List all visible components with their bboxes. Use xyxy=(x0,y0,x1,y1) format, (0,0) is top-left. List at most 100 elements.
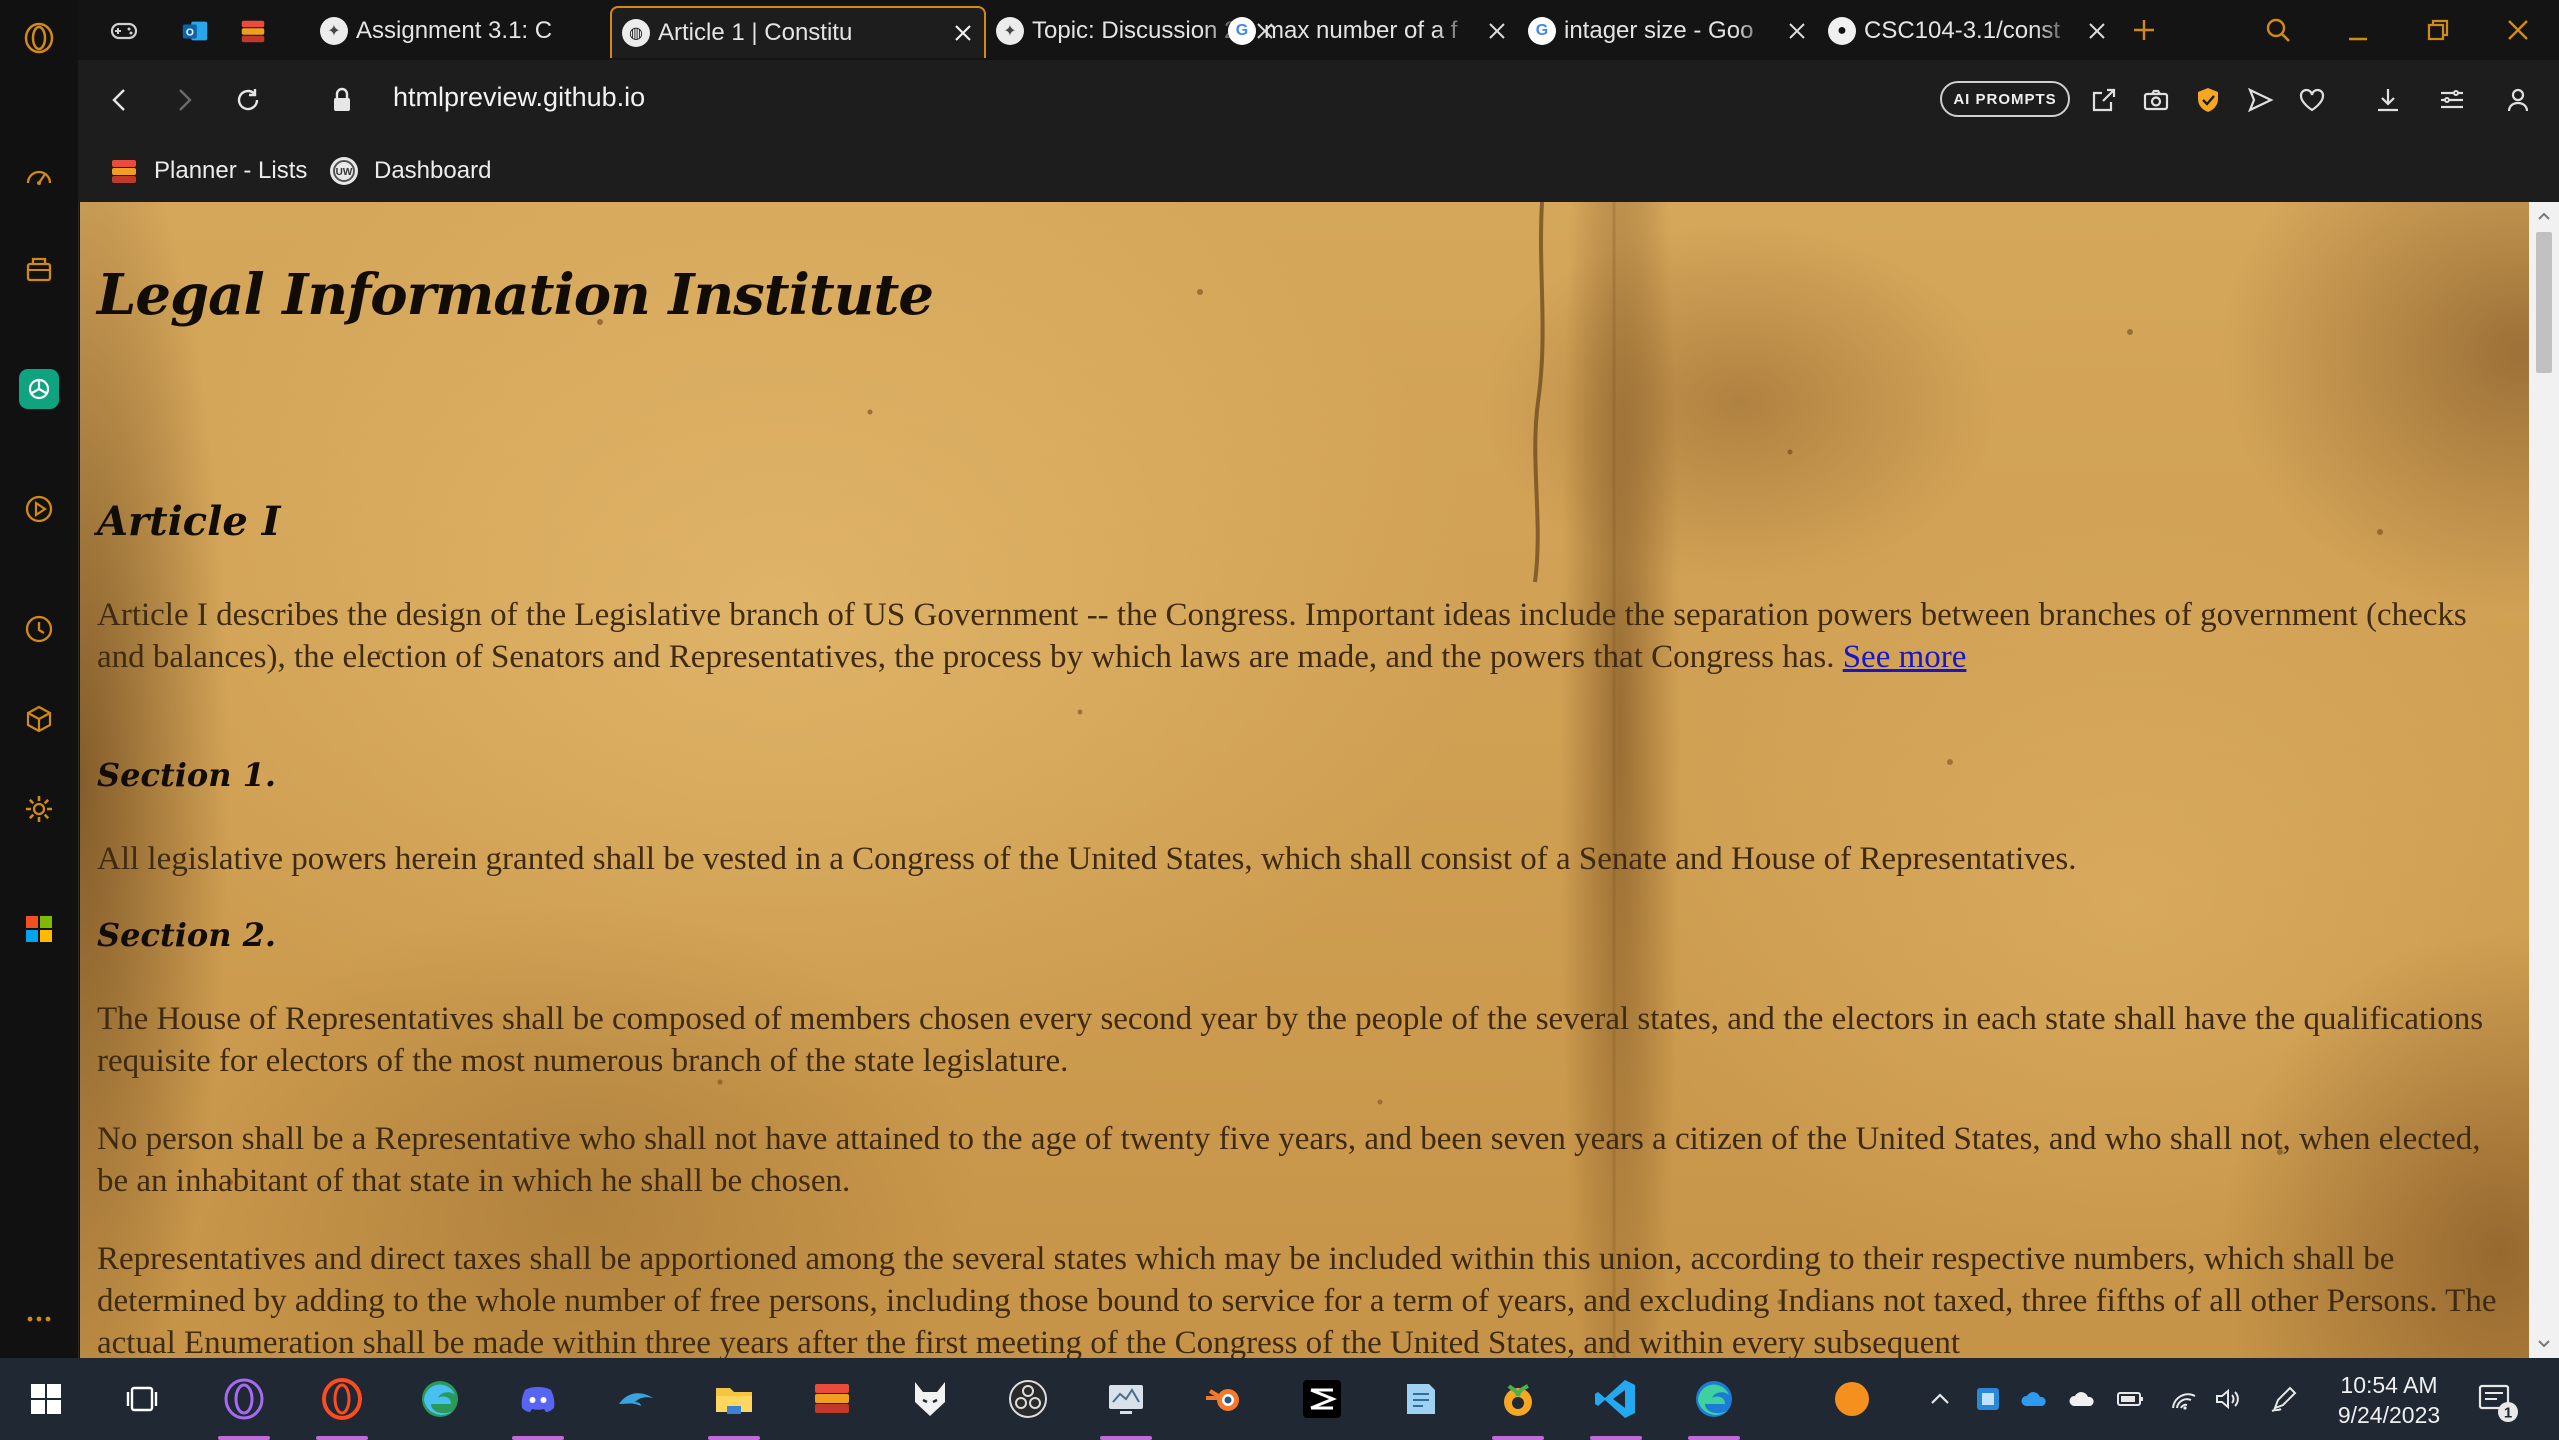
edit-share-icon[interactable] xyxy=(2084,80,2124,120)
bookmark-planner[interactable]: Planner - Lists xyxy=(108,152,307,190)
notification-count: 1 xyxy=(2504,1405,2512,1422)
settings-gear-icon[interactable] xyxy=(19,789,59,829)
pen-input-icon[interactable] xyxy=(2268,1383,2300,1415)
tab-strip: O ✦ Assignment 3.1: C ◍ Article 1 | Cons… xyxy=(78,0,2559,60)
restore-icon[interactable] xyxy=(2414,8,2462,52)
download-icon[interactable] xyxy=(2368,80,2408,120)
edge-icon[interactable] xyxy=(1674,1358,1754,1440)
obs-icon[interactable] xyxy=(988,1358,1068,1440)
umd-seal-icon: ✦ xyxy=(320,17,348,45)
running-indicator xyxy=(708,1436,760,1440)
reload-icon[interactable] xyxy=(226,78,270,122)
scroll-down-arrow-icon[interactable] xyxy=(2529,1330,2559,1358)
page-viewport[interactable]: Legal Information Institute Article I Ar… xyxy=(80,202,2529,1358)
profile-icon[interactable] xyxy=(2498,80,2538,120)
windows-start-icon[interactable] xyxy=(6,1358,86,1440)
task-view-icon[interactable] xyxy=(102,1358,182,1440)
easy-setup-icon[interactable] xyxy=(2432,80,2472,120)
ai-prompts-button[interactable]: AI PROMPTS xyxy=(1940,81,2070,117)
google-icon: G xyxy=(1228,17,1256,45)
capcut-icon[interactable] xyxy=(1282,1358,1362,1440)
onedrive-white-cloud-icon[interactable] xyxy=(2066,1383,2098,1415)
search-tabs-icon[interactable] xyxy=(2254,8,2302,52)
opera-icon[interactable] xyxy=(302,1358,382,1440)
show-hidden-icons-chevron-up-icon[interactable] xyxy=(1924,1383,1956,1415)
close-window-icon[interactable] xyxy=(2494,8,2542,52)
intro-text: Article I describes the design of the Le… xyxy=(97,597,2467,675)
section-2-paragraph-1: The House of Representatives shall be co… xyxy=(97,1001,2484,1079)
planner-icon xyxy=(112,160,136,183)
running-indicator xyxy=(512,1436,564,1440)
section-1-heading: Section 1. xyxy=(97,756,277,794)
github-icon: ● xyxy=(1828,17,1856,45)
forward-icon[interactable] xyxy=(162,78,206,122)
bookmark-label: Dashboard xyxy=(374,157,492,184)
taskbar-clock[interactable]: 10:54 AM 9/24/2023 xyxy=(2314,1370,2464,1430)
tab-title: intager size - Goo xyxy=(1564,17,1754,44)
fox-icon[interactable] xyxy=(890,1358,970,1440)
microsoft-store-icon[interactable] xyxy=(19,909,59,949)
planner-icon[interactable] xyxy=(792,1358,872,1440)
tray-app-icon[interactable] xyxy=(1972,1383,2004,1415)
running-indicator xyxy=(316,1436,368,1440)
extensions-cube-icon[interactable] xyxy=(19,699,59,739)
volume-icon[interactable] xyxy=(2212,1383,2244,1415)
url-field[interactable]: htmlpreview.github.io xyxy=(393,82,645,113)
outlook-icon: O xyxy=(182,21,208,41)
orange-circle-icon[interactable] xyxy=(1812,1358,1892,1440)
chatgpt-icon[interactable] xyxy=(19,369,59,409)
blender-icon[interactable] xyxy=(1184,1358,1264,1440)
scroll-thumb[interactable] xyxy=(2536,232,2552,373)
gamepad-icon[interactable] xyxy=(98,8,158,54)
notification-center-icon[interactable]: 1 xyxy=(2474,1378,2522,1426)
opera-gx-menu-icon[interactable] xyxy=(19,18,59,58)
close-icon[interactable] xyxy=(1786,20,1808,42)
send-icon[interactable] xyxy=(2240,80,2280,120)
vpn-shield-icon[interactable] xyxy=(2188,80,2228,120)
wifi-icon[interactable] xyxy=(2168,1383,2200,1415)
vscode-icon[interactable] xyxy=(1576,1358,1656,1440)
bookmark-label: Planner - Lists xyxy=(154,157,308,184)
discord-icon[interactable] xyxy=(498,1358,578,1440)
tab-github-csc104[interactable]: ● CSC104-3.1/const xyxy=(1818,8,2118,54)
back-icon[interactable] xyxy=(98,78,142,122)
vertical-scrollbar[interactable] xyxy=(2529,202,2559,1358)
history-icon[interactable] xyxy=(19,609,59,649)
speed-dial-icon[interactable] xyxy=(19,157,59,197)
heart-icon[interactable] xyxy=(2292,80,2332,120)
bookmark-dashboard[interactable]: UW Dashboard xyxy=(328,152,491,190)
tab-intager-size[interactable]: G intager size - Goo xyxy=(1518,8,1818,54)
outlook-pinned-tab[interactable]: O xyxy=(170,8,220,54)
close-icon[interactable] xyxy=(1486,20,1508,42)
tab-title: CSC104-3.1/const xyxy=(1864,17,2061,44)
planner-pinned-tab[interactable] xyxy=(228,8,278,54)
edge-beta-icon[interactable] xyxy=(400,1358,480,1440)
dolphin-icon[interactable] xyxy=(596,1358,676,1440)
scroll-up-arrow-icon[interactable] xyxy=(2529,202,2559,230)
section-2-paragraph-3: Representatives and direct taxes shall b… xyxy=(97,1241,2497,1358)
battery-icon[interactable] xyxy=(2114,1383,2146,1415)
opera-gx-icon[interactable] xyxy=(204,1358,284,1440)
lock-icon[interactable] xyxy=(320,78,364,122)
fl-studio-icon[interactable] xyxy=(1478,1358,1558,1440)
notepad-icon[interactable] xyxy=(1380,1358,1460,1440)
site-title: Legal Information Institute xyxy=(97,262,934,328)
close-icon[interactable] xyxy=(2086,20,2108,42)
tab-article-1[interactable]: ◍ Article 1 | Constitu xyxy=(610,6,986,58)
tab-title: Assignment 3.1: C xyxy=(356,17,553,44)
gx-corner-icon[interactable] xyxy=(19,249,59,289)
monitor-app-icon[interactable] xyxy=(1086,1358,1166,1440)
onedrive-blue-cloud-icon[interactable] xyxy=(2018,1383,2050,1415)
google-icon: G xyxy=(1528,17,1556,45)
tab-title: max number of a f xyxy=(1264,17,1458,44)
file-explorer-icon[interactable] xyxy=(694,1358,774,1440)
minimize-icon[interactable] xyxy=(2334,8,2382,52)
section-1-text: All legislative powers herein granted sh… xyxy=(97,841,2077,877)
see-more-link[interactable]: See more xyxy=(1843,639,1967,675)
camera-snapshot-icon[interactable] xyxy=(2136,80,2176,120)
tab-max-number[interactable]: G max number of a f xyxy=(1218,8,1518,54)
close-icon[interactable] xyxy=(952,22,974,44)
more-options-icon[interactable] xyxy=(19,1299,59,1339)
player-icon[interactable] xyxy=(19,489,59,529)
new-tab-plus-icon[interactable] xyxy=(2120,8,2168,52)
